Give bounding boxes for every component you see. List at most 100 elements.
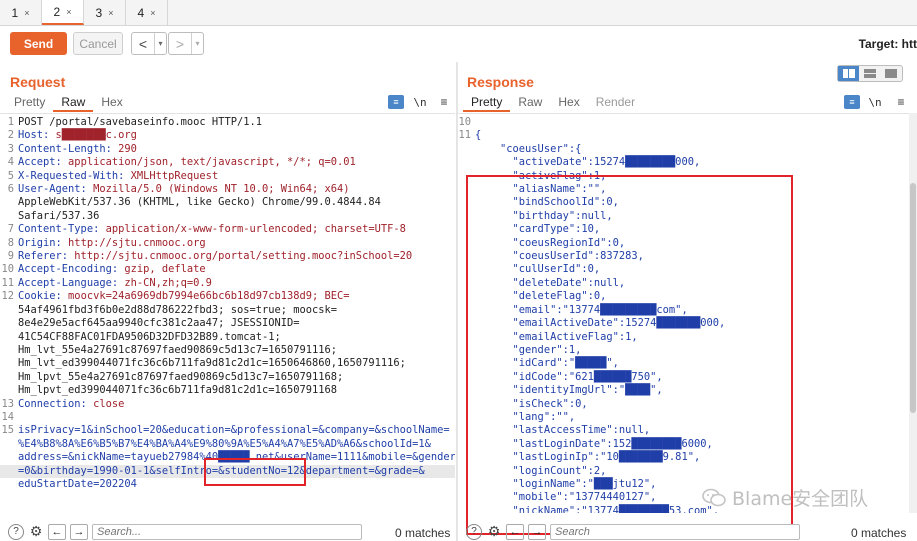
chevron-down-icon[interactable]: ▾ — [154, 33, 166, 54]
history-forward-group[interactable]: > ▾ — [168, 32, 204, 55]
request-line: 7 Content-Type: application/x-www-form-ur… — [0, 223, 455, 236]
repeater-tab-3[interactable]: 3 × — [84, 0, 126, 25]
header-value: isPrivacy=1&inSchool=20&education=&profe… — [18, 424, 450, 437]
header-value: http://sjtu.cnmooc.org/portal/setting.mo… — [68, 250, 413, 263]
request-tab-raw[interactable]: Raw — [53, 92, 94, 112]
history-back-group[interactable]: < ▾ — [131, 32, 167, 55]
word-wrap-icon[interactable]: ≡ — [844, 95, 860, 109]
line-number: 3 — [7, 142, 14, 155]
chevron-left-icon[interactable]: < — [132, 33, 154, 54]
line-number: 11 — [458, 129, 471, 142]
line-content: "deleteDate":null, — [475, 276, 626, 289]
watermark-text: Blame安全团队 — [732, 488, 869, 510]
line-content: Content-Length: 290 — [18, 143, 455, 156]
line-number — [457, 478, 475, 491]
watermark: Blame安全团队 — [702, 484, 868, 511]
target-label[interactable]: Target: htt — [859, 37, 917, 51]
line-content: "bindSchoolId":0, — [475, 196, 619, 209]
menu-icon[interactable]: ≡ — [436, 95, 452, 109]
help-icon[interactable]: ? — [8, 523, 24, 540]
chevron-down-icon[interactable]: ▾ — [191, 33, 203, 54]
request-line: 14 — [0, 411, 455, 424]
response-line: "coeusUser":{ — [457, 143, 910, 156]
line-content: "coeusUser":{ — [475, 142, 582, 155]
menu-icon[interactable]: ≡ — [893, 95, 909, 109]
line-number — [457, 237, 475, 250]
newline-toggle-icon[interactable]: \n — [867, 95, 883, 109]
line-number — [0, 465, 18, 478]
header-name: User-Agent: — [18, 183, 87, 196]
layout-toggle[interactable] — [837, 65, 903, 82]
repeater-tab-2[interactable]: 2 × — [42, 0, 84, 25]
split-horizontal-layout-icon[interactable] — [838, 66, 860, 81]
header-value: %E4%B8%8A%E6%B5%B7%E4%BA%A4%E9%80%9A%E5%… — [18, 437, 431, 450]
line-number — [0, 384, 18, 397]
gear-icon[interactable]: ⚙ — [486, 523, 502, 540]
response-tab-pretty[interactable]: Pretty — [463, 92, 511, 112]
word-wrap-icon[interactable]: ≡ — [388, 95, 404, 109]
arrow-right-icon[interactable]: → — [70, 523, 88, 540]
line-content: "isCheck":0, — [475, 397, 588, 410]
tab-label: 4 — [137, 5, 145, 20]
send-button[interactable]: Send — [10, 32, 67, 55]
line-content: "idCard":"█████", — [475, 357, 619, 370]
response-match-count: 0 matches — [851, 526, 907, 540]
line-content — [475, 116, 910, 129]
response-scrollbar[interactable] — [909, 113, 917, 513]
gear-icon[interactable]: ⚙ — [28, 523, 44, 540]
line-number: 13 — [1, 397, 14, 410]
request-line: Hm_lvt_55e4a27691c87697faed90869c5d13c7=… — [0, 344, 455, 357]
header-value: moocvk=24a6969db7994e66bc6b18d97cb138d9;… — [61, 290, 350, 303]
cancel-button[interactable]: Cancel — [73, 32, 123, 55]
request-search-input[interactable] — [92, 523, 362, 540]
single-pane-layout-icon[interactable] — [881, 66, 902, 81]
line-content: "deleteFlag":0, — [475, 290, 607, 303]
line-number — [457, 398, 475, 411]
header-name: Host: — [18, 129, 50, 142]
header-value: application/x-www-form-urlencoded; chars… — [99, 223, 406, 236]
response-line: "bindSchoolId":0, — [457, 196, 910, 209]
close-icon[interactable]: × — [108, 8, 113, 18]
split-vertical-layout-icon[interactable] — [859, 66, 880, 81]
response-editor[interactable]: 10 11 { "coeusUser":{ "activeDate":15274██… — [457, 113, 910, 513]
repeater-tab-1[interactable]: 1 × — [0, 0, 42, 25]
line-content: Accept-Encoding: gzip, deflate — [18, 263, 455, 276]
request-match-count: 0 matches — [395, 526, 451, 540]
request-tab-hex[interactable]: Hex — [93, 92, 130, 112]
arrow-left-icon[interactable]: ← — [506, 523, 524, 540]
header-value: 41C54CF88FAC01FDA9506D32DFD32B89.tomcat-… — [18, 330, 281, 343]
response-line: "isCheck":0, — [457, 398, 910, 411]
line-number — [457, 304, 475, 317]
response-tab-raw[interactable]: Raw — [510, 92, 550, 112]
request-line: AppleWebKit/537.36 (KHTML, like Gecko) C… — [0, 196, 455, 209]
line-content: 54af4961fbd3f6b0e2d88d786222fbd3; sos=tr… — [18, 304, 455, 317]
response-search-input[interactable] — [550, 523, 800, 540]
line-number — [457, 250, 475, 263]
line-number — [457, 438, 475, 451]
arrow-right-icon[interactable]: → — [528, 523, 546, 540]
response-tab-render[interactable]: Render — [588, 92, 643, 112]
newline-toggle-icon[interactable]: \n — [412, 95, 428, 109]
line-content: POST /portal/savebaseinfo.mooc HTTP/1.1 — [18, 116, 455, 129]
repeater-tab-4[interactable]: 4 × — [126, 0, 168, 25]
request-line: 11 Accept-Language: zh-CN,zh;q=0.9 — [0, 277, 455, 290]
close-icon[interactable]: × — [24, 8, 29, 18]
chevron-right-icon[interactable]: > — [169, 33, 191, 54]
scrollbar-thumb[interactable] — [910, 183, 916, 413]
line-number: 15 — [1, 424, 14, 437]
header-name: Origin: — [18, 236, 62, 249]
response-line: "idCode":"621██████750", — [457, 371, 910, 384]
request-line: Hm_lpvt_ed399044071fc36c6b711fa9d81c2d1c… — [0, 384, 455, 397]
line-content: X-Requested-With: XMLHttpRequest — [18, 170, 455, 183]
close-icon[interactable]: × — [150, 8, 155, 18]
help-icon[interactable]: ? — [466, 523, 482, 540]
response-tab-hex[interactable]: Hex — [550, 92, 587, 112]
header-value: 8e4e29e5acf645aa9940cfc381c2aa47; JSESSI… — [18, 317, 300, 330]
request-line: =0&birthday=1990-01-1&selfIntro=&student… — [0, 464, 455, 478]
close-icon[interactable]: × — [66, 7, 71, 17]
request-tab-pretty[interactable]: Pretty — [6, 92, 53, 112]
request-editor[interactable]: 1 POST /portal/savebaseinfo.mooc HTTP/1.1… — [0, 113, 455, 513]
line-number — [0, 196, 18, 209]
line-content: "lastLoginIp":"10███████9.81", — [475, 451, 701, 464]
arrow-left-icon[interactable]: ← — [48, 523, 66, 540]
